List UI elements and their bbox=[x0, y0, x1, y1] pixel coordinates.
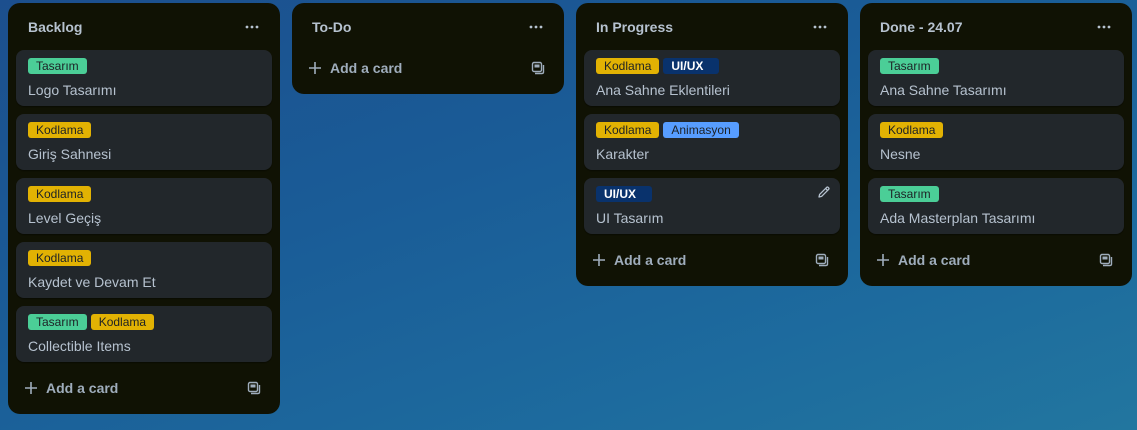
card-label[interactable]: UI/UX bbox=[596, 186, 652, 202]
card-template-icon[interactable] bbox=[812, 250, 832, 270]
card-template-icon[interactable] bbox=[244, 378, 264, 398]
card-labels: Kodlama UI/UX bbox=[596, 58, 828, 74]
list-title[interactable]: Backlog bbox=[28, 19, 82, 35]
board-canvas: Backlog Tasarım Logo Tasarımı Kodlama Giriş … bbox=[8, 3, 1132, 414]
card-title: Nesne bbox=[880, 146, 921, 162]
card[interactable]: Kodlama Animasyon Karakter bbox=[584, 114, 840, 170]
list-header: Done - 24.07 bbox=[868, 3, 1124, 50]
card[interactable]: Kodlama Nesne bbox=[868, 114, 1124, 170]
card-labels: UI/UX bbox=[596, 186, 828, 202]
card[interactable]: UI/UX UI Tasarım bbox=[584, 178, 840, 234]
card-title: Ada Masterplan Tasarımı bbox=[880, 210, 1036, 226]
card-list: Kodlama UI/UX Ana Sahne Eklentileri Kodlama… bbox=[584, 50, 840, 234]
more-horizontal-icon[interactable] bbox=[1090, 13, 1118, 41]
card-label[interactable]: Tasarım bbox=[880, 58, 939, 74]
card-title: Ana Sahne Eklentileri bbox=[596, 82, 730, 98]
card-title: Karakter bbox=[596, 146, 649, 162]
add-card-label: Add a card bbox=[614, 252, 687, 268]
more-horizontal-icon[interactable] bbox=[806, 13, 834, 41]
add-card-button[interactable]: Add a card bbox=[876, 252, 970, 268]
list-footer: Add a card bbox=[300, 50, 556, 86]
card-title: Ana Sahne Tasarımı bbox=[880, 82, 1007, 98]
list-done-24-07: Done - 24.07 Tasarım Ana Sahne Tasarımı Kod… bbox=[860, 3, 1132, 286]
card-labels: Kodlama bbox=[880, 122, 1112, 138]
card[interactable]: Kodlama Kaydet ve Devam Et bbox=[16, 242, 272, 298]
card-list: Tasarım Logo Tasarımı Kodlama Giriş Sahnesi… bbox=[16, 50, 272, 362]
card-title: Level Geçiş bbox=[28, 210, 102, 226]
card-labels: Kodlama bbox=[28, 122, 260, 138]
add-card-button[interactable]: Add a card bbox=[308, 60, 402, 76]
card-labels: Tasarım bbox=[880, 186, 1112, 202]
card[interactable]: Tasarım Ana Sahne Tasarımı bbox=[868, 50, 1124, 106]
plus-icon bbox=[592, 253, 606, 267]
card-title: Logo Tasarımı bbox=[28, 82, 117, 98]
card-title: Collectible Items bbox=[28, 338, 131, 354]
list-header: In Progress bbox=[584, 3, 840, 50]
card-title: Giriş Sahnesi bbox=[28, 146, 112, 162]
card-template-icon[interactable] bbox=[528, 58, 548, 78]
card-labels: Tasarım bbox=[28, 58, 260, 74]
card-label[interactable]: Kodlama bbox=[596, 58, 660, 74]
plus-icon bbox=[24, 381, 38, 395]
plus-icon bbox=[308, 61, 322, 75]
list-header: Backlog bbox=[16, 3, 272, 50]
card-title: Kaydet ve Devam Et bbox=[28, 274, 156, 290]
card-label[interactable]: Tasarım bbox=[28, 58, 87, 74]
card-label[interactable]: Kodlama bbox=[28, 250, 92, 266]
list-title[interactable]: Done - 24.07 bbox=[880, 19, 962, 35]
card-list: Tasarım Ana Sahne Tasarımı Kodlama Nesne Tas… bbox=[868, 50, 1124, 234]
card-labels: Tasarım bbox=[880, 58, 1112, 74]
more-horizontal-icon[interactable] bbox=[522, 13, 550, 41]
card[interactable]: Tasarım Kodlama Collectible Items bbox=[16, 306, 272, 362]
card-label[interactable]: Kodlama bbox=[28, 122, 92, 138]
card-labels: Kodlama Animasyon bbox=[596, 122, 828, 138]
card-label[interactable]: Tasarım bbox=[880, 186, 939, 202]
card-label[interactable]: Kodlama bbox=[596, 122, 660, 138]
card-label[interactable]: Kodlama bbox=[28, 186, 92, 202]
card[interactable]: Tasarım Logo Tasarımı bbox=[16, 50, 272, 106]
card-label[interactable]: Kodlama bbox=[90, 314, 155, 330]
card-label[interactable]: Tasarım bbox=[28, 314, 87, 330]
card-title: UI Tasarım bbox=[596, 210, 664, 226]
list-header: To-Do bbox=[300, 3, 556, 50]
card[interactable]: Kodlama Giriş Sahnesi bbox=[16, 114, 272, 170]
card-labels: Kodlama bbox=[28, 186, 260, 202]
more-horizontal-icon[interactable] bbox=[238, 13, 266, 41]
card-label[interactable]: Kodlama bbox=[880, 122, 944, 138]
pencil-icon[interactable] bbox=[816, 184, 832, 200]
list-title[interactable]: In Progress bbox=[596, 19, 673, 35]
list-backlog: Backlog Tasarım Logo Tasarımı Kodlama Giriş … bbox=[8, 3, 280, 414]
add-card-label: Add a card bbox=[46, 380, 119, 396]
list-in-progress: In Progress Kodlama UI/UX Ana Sahne Eklenti… bbox=[576, 3, 848, 286]
card-label[interactable]: Animasyon bbox=[663, 122, 739, 138]
card[interactable]: Tasarım Ada Masterplan Tasarımı bbox=[868, 178, 1124, 234]
list-footer: Add a card bbox=[868, 242, 1124, 278]
list-to-do: To-Do Add a card bbox=[292, 3, 564, 94]
card-labels: Tasarım Kodlama bbox=[28, 314, 260, 330]
plus-icon bbox=[876, 253, 890, 267]
card-label[interactable]: UI/UX bbox=[663, 58, 720, 74]
add-card-label: Add a card bbox=[330, 60, 403, 76]
add-card-button[interactable]: Add a card bbox=[592, 252, 686, 268]
card[interactable]: Kodlama UI/UX Ana Sahne Eklentileri bbox=[584, 50, 840, 106]
add-card-button[interactable]: Add a card bbox=[24, 380, 118, 396]
card[interactable]: Kodlama Level Geçiş bbox=[16, 178, 272, 234]
list-title[interactable]: To-Do bbox=[312, 19, 351, 35]
card-labels: Kodlama bbox=[28, 250, 260, 266]
list-footer: Add a card bbox=[16, 370, 272, 406]
add-card-label: Add a card bbox=[898, 252, 971, 268]
list-footer: Add a card bbox=[584, 242, 840, 278]
card-template-icon[interactable] bbox=[1096, 250, 1116, 270]
